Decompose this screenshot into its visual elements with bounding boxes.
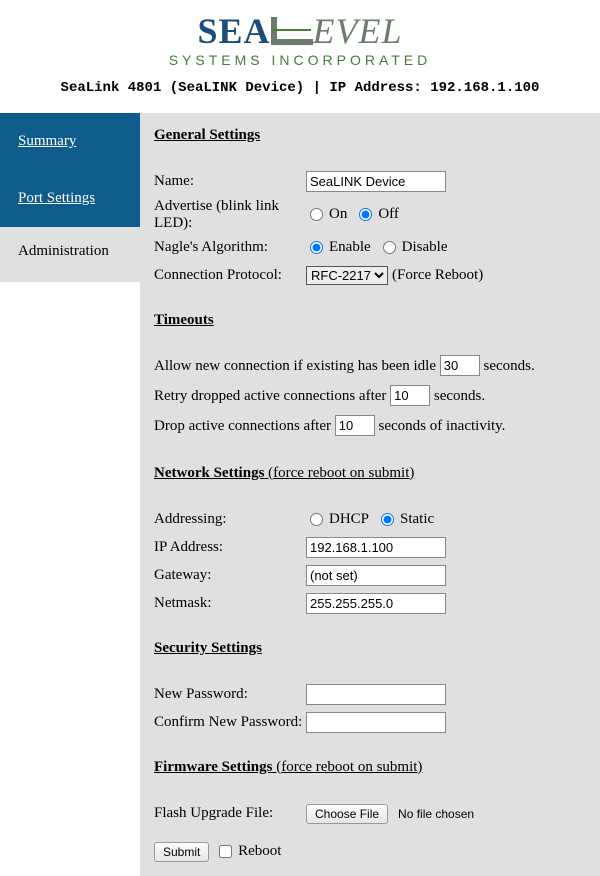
gateway-label: Gateway:: [154, 567, 306, 584]
retry-post: seconds.: [434, 388, 485, 404]
dhcp-label: DHCP: [329, 511, 369, 528]
retry-pre: Retry dropped active connections after: [154, 388, 386, 404]
logo-wordmark: SEA EVEL: [0, 10, 600, 56]
gateway-input[interactable]: [306, 565, 446, 586]
submit-button[interactable]: Submit: [154, 842, 209, 862]
content-area: General Settings Name: Advertise (blink …: [140, 113, 600, 876]
protocol-hint: (Force Reboot): [392, 267, 483, 284]
logo-l-icon: [271, 14, 313, 56]
name-input[interactable]: [306, 171, 446, 192]
nagle-enable-radio[interactable]: [310, 241, 323, 254]
protocol-label: Connection Protocol:: [154, 267, 306, 284]
drop-input[interactable]: [335, 415, 375, 436]
advertise-on-radio[interactable]: [310, 208, 323, 221]
idle-post: seconds.: [484, 358, 535, 374]
device-info-line: SeaLink 4801 (SeaLINK Device) | IP Addre…: [0, 72, 600, 108]
sidebar-item-summary[interactable]: Summary: [0, 113, 140, 170]
logo-tagline: SYSTEMS INCORPORATED: [0, 52, 600, 68]
firmware-hint: (force reboot on submit): [272, 759, 422, 775]
choose-file-button[interactable]: Choose File: [306, 804, 388, 824]
section-network-title: Network Settings (force reboot on submit…: [154, 465, 590, 482]
retry-input[interactable]: [390, 385, 430, 406]
section-timeouts-title: Timeouts: [154, 312, 590, 329]
main-layout: Summary Port Settings Administration Gen…: [0, 113, 600, 876]
nagle-disable-label: Disable: [402, 239, 448, 256]
nagle-disable-radio[interactable]: [383, 241, 396, 254]
advertise-off-radio[interactable]: [359, 208, 372, 221]
logo: SEA EVEL SYSTEMS INCORPORATED: [0, 10, 600, 68]
sidebar: Summary Port Settings Administration: [0, 113, 140, 876]
newpw-label: New Password:: [154, 686, 306, 703]
sidebar-item-port-settings[interactable]: Port Settings: [0, 170, 140, 227]
static-label: Static: [400, 511, 434, 528]
newpw-input[interactable]: [306, 684, 446, 705]
protocol-select[interactable]: RFC-2217: [306, 266, 388, 285]
drop-pre: Drop active connections after: [154, 418, 331, 434]
flash-label: Flash Upgrade File:: [154, 805, 306, 822]
ip-input[interactable]: [306, 537, 446, 558]
section-security-title: Security Settings: [154, 640, 590, 657]
drop-post: seconds of inactivity.: [379, 418, 506, 434]
dhcp-radio[interactable]: [310, 513, 323, 526]
confirmpw-input[interactable]: [306, 712, 446, 733]
netmask-label: Netmask:: [154, 595, 306, 612]
idle-pre: Allow new connection if existing has bee…: [154, 358, 436, 374]
logo-part-sea: SEA: [197, 11, 270, 51]
reboot-checkbox[interactable]: [219, 845, 232, 858]
confirmpw-label: Confirm New Password:: [154, 714, 306, 731]
nagle-enable-label: Enable: [329, 239, 371, 256]
netmask-input[interactable]: [306, 593, 446, 614]
advertise-label: Advertise (blink link LED):: [154, 198, 306, 232]
name-label: Name:: [154, 173, 306, 190]
addressing-label: Addressing:: [154, 511, 306, 528]
file-status: No file chosen: [398, 807, 474, 821]
static-radio[interactable]: [381, 513, 394, 526]
ip-label: IP Address:: [154, 539, 306, 556]
reboot-label: Reboot: [238, 843, 281, 859]
nagle-label: Nagle's Algorithm:: [154, 239, 306, 256]
idle-input[interactable]: [440, 355, 480, 376]
logo-part-evel: EVEL: [313, 11, 403, 51]
advertise-on-label: On: [329, 206, 347, 223]
section-firmware-title: Firmware Settings (force reboot on submi…: [154, 759, 590, 776]
network-hint: (force reboot on submit): [264, 465, 414, 481]
section-general-title: General Settings: [154, 127, 590, 144]
sidebar-item-administration[interactable]: Administration: [0, 227, 140, 282]
advertise-off-label: Off: [378, 206, 399, 223]
page-header: SEA EVEL SYSTEMS INCORPORATED SeaLink 480…: [0, 0, 600, 113]
